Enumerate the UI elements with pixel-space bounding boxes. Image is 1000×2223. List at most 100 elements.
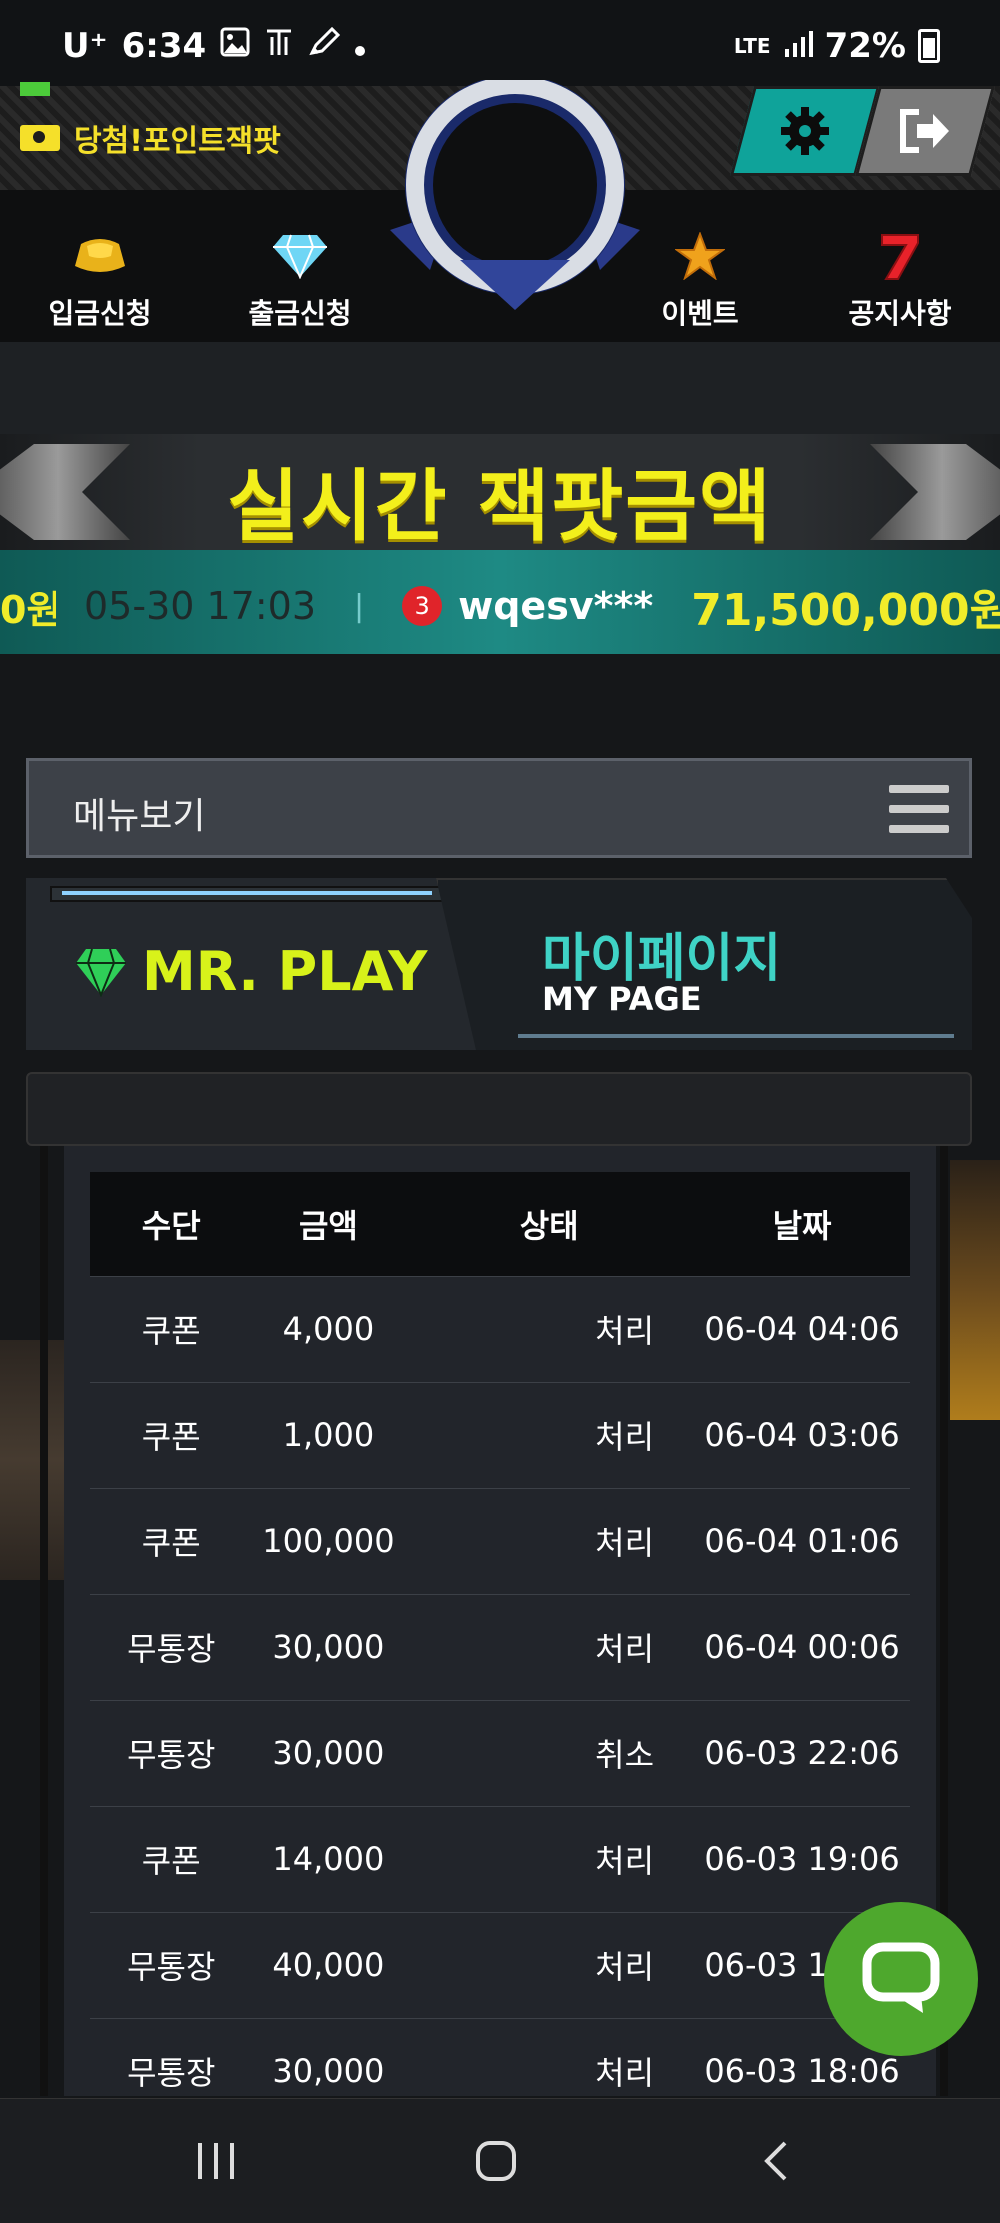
table-row: 무통장 30,000 취소 06-03 22:06 <box>90 1699 910 1806</box>
table-row: 쿠폰 14,000 처리 06-03 19:06 <box>90 1805 910 1912</box>
ticker-amount: 71,500,000원 <box>691 585 1000 636</box>
nav-deposit-label: 입금신청 <box>48 297 152 330</box>
cell-method: 쿠폰 <box>90 1275 253 1382</box>
logout-icon <box>900 109 949 153</box>
status-left: U⁺ 6:34 <box>62 26 366 66</box>
cell-status: 취소 <box>404 1699 695 1806</box>
title-underline <box>518 1034 954 1038</box>
network-type: LTE <box>733 34 771 58</box>
recent-apps-button[interactable] <box>176 2135 256 2187</box>
carrier-label: U⁺ <box>62 26 108 66</box>
cell-amount: 4,000 <box>252 1275 405 1382</box>
nav-notice-label: 공지사항 <box>848 297 952 330</box>
chat-bubble-icon <box>862 1942 940 2013</box>
cash-icon <box>20 125 60 151</box>
jackpot-point-label: 당첨!포인트잭팟 <box>74 124 281 159</box>
cell-status: 처리 <box>404 1487 695 1594</box>
cell-status: 처리 <box>404 1381 695 1488</box>
cell-method: 무통장 <box>90 1911 253 2018</box>
table-row: 무통장 40,000 처리 06-03 19:06 <box>90 1911 910 2018</box>
page-header: MR. PLAY 마이페이지 MY PAGE <box>26 878 972 1056</box>
nav-withdraw[interactable]: 출금신청 <box>220 230 380 332</box>
nav-notice[interactable]: 공지사항 <box>820 230 980 332</box>
jackpot-ticker: 0원 05-30 17:03 | 3 wqesv*** 71,500,000원 … <box>0 550 1000 654</box>
home-button[interactable] <box>456 2135 536 2187</box>
cell-method: 무통장 <box>90 1699 253 1806</box>
cell-amount: 30,000 <box>252 1593 405 1700</box>
table-row: 쿠폰 100,000 처리 06-04 01:06 <box>90 1487 910 1594</box>
light-bar <box>50 886 444 902</box>
system-navigation-bar <box>0 2098 1000 2223</box>
hamburger-icon[interactable] <box>889 785 949 833</box>
cell-date: 06-04 03:06 <box>694 1381 910 1488</box>
gallery-icon <box>220 26 250 66</box>
recent-apps-icon <box>198 2143 234 2179</box>
section-bar <box>26 1072 972 1146</box>
brand-panel: MR. PLAY <box>26 878 486 1050</box>
col-status: 상태 <box>519 1206 579 1245</box>
cell-date: 06-04 04:06 <box>694 1275 910 1382</box>
col-date: 날짜 <box>772 1206 832 1245</box>
ticker-row: 0원 05-30 17:03 | 3 wqesv*** 71,500,000원 … <box>0 574 1000 638</box>
signal-icon <box>783 26 813 66</box>
cell-date: 06-03 19:06 <box>694 1805 910 1912</box>
table-row: 무통장 30,000 처리 06-04 00:06 <box>90 1593 910 1700</box>
notification-dot-icon <box>354 26 366 66</box>
back-button[interactable] <box>736 2135 816 2187</box>
cell-amount: 14,000 <box>252 1805 405 1912</box>
gem-icon <box>76 948 126 997</box>
table-header-row: 수단 금액 상태 날짜 <box>90 1172 910 1276</box>
ticker-separator: | <box>354 588 365 624</box>
menu-toggle[interactable]: 메뉴보기 <box>26 758 972 858</box>
cell-date: 06-03 22:06 <box>694 1699 910 1806</box>
col-method: 수단 <box>141 1206 201 1245</box>
cell-status: 처리 <box>404 1593 695 1700</box>
check-icon <box>20 82 50 96</box>
site-logo-emblem <box>390 80 640 310</box>
t-app-icon <box>264 26 294 66</box>
brand: MR. PLAY <box>74 940 427 1003</box>
back-icon <box>764 2141 787 2181</box>
cell-status: 처리 <box>404 1275 695 1382</box>
rank-badge: 3 <box>402 586 443 626</box>
battery-icon <box>918 29 940 63</box>
cell-method: 무통장 <box>90 1593 253 1700</box>
cell-amount: 30,000 <box>252 1699 405 1806</box>
banner-gap <box>0 342 1000 434</box>
status-bar: U⁺ 6:34 LTE 72% <box>0 0 1000 86</box>
panel-edge-left <box>40 1146 48 2096</box>
home-icon <box>476 2141 516 2181</box>
cell-status: 처리 <box>404 1805 695 1912</box>
seven-icon <box>820 230 980 282</box>
cell-amount: 1,000 <box>252 1381 405 1488</box>
cell-status: 처리 <box>404 1911 695 2018</box>
cell-method: 쿠폰 <box>90 1487 253 1594</box>
clock: 6:34 <box>121 26 207 66</box>
side-illustration <box>0 1340 66 1580</box>
status-right: LTE 72% <box>734 26 940 66</box>
pen-icon <box>308 26 341 66</box>
cell-method: 쿠폰 <box>90 1381 253 1488</box>
cell-amount: 40,000 <box>252 1911 405 2018</box>
diamond-icon <box>220 230 380 282</box>
ticker-user: wqesv*** <box>458 584 654 628</box>
col-amount: 금액 <box>298 1206 358 1245</box>
cell-amount: 100,000 <box>252 1487 405 1594</box>
jackpot-title: 실시간 잭팟금액 <box>227 462 773 552</box>
ticker-amount-partial: 0원 <box>0 587 56 632</box>
jackpot-banner: 실시간 잭팟금액 <box>0 434 1000 552</box>
gear-icon <box>781 107 829 155</box>
logout-button[interactable] <box>854 86 996 176</box>
nav-withdraw-label: 출금신청 <box>248 297 352 330</box>
cell-method: 쿠폰 <box>90 1805 253 1912</box>
brand-name: MR. PLAY <box>142 940 428 1003</box>
battery-percent: 72% <box>824 26 906 66</box>
live-chat-button[interactable] <box>824 1902 978 2056</box>
gold-ingot-icon <box>20 230 180 282</box>
nav-deposit[interactable]: 입금신청 <box>20 230 180 332</box>
header-buttons <box>729 86 996 176</box>
jackpot-point-link[interactable]: 당첨!포인트잭팟 <box>20 116 281 160</box>
menu-label: 메뉴보기 <box>73 796 206 837</box>
cell-date: 06-04 01:06 <box>694 1487 910 1594</box>
ticker-date: 05-30 17:03 <box>84 584 317 628</box>
